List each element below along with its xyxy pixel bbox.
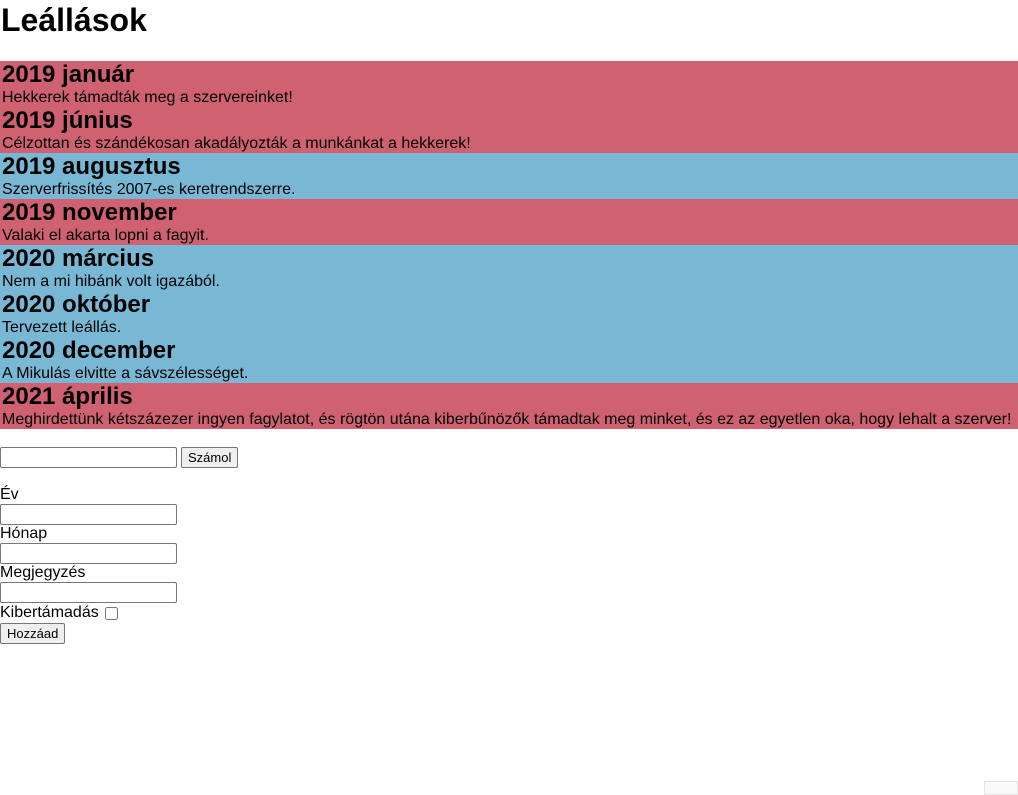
add-button[interactable]: Hozzáad <box>0 623 66 644</box>
outage-entry: 2020 október Tervezett leállás. <box>0 291 1018 337</box>
outage-entry: 2019 augusztus Szerverfrissítés 2007-es k… <box>0 153 1018 199</box>
outage-title: 2019 november <box>2 199 177 226</box>
outage-title: 2019 január <box>2 61 135 88</box>
outage-title: 2020 október <box>2 291 151 318</box>
calc-input[interactable] <box>0 446 177 468</box>
outage-description: Meghirdettünk kétszázezer ingyen fagylat… <box>2 411 1012 428</box>
outage-title: 2020 március <box>2 245 155 272</box>
outage-description: Tervezett leállás. <box>2 319 122 336</box>
outage-list: 2019 január Hekkerek támadták meg a szerv… <box>0 61 1018 429</box>
outage-entry: 2019 június Célzottan és szándékosan akad… <box>0 107 1018 153</box>
outage-description: Nem a mi hibánk volt igazából. <box>2 273 220 290</box>
outage-description: A Mikulás elvitte a sávszélességet. <box>2 365 249 382</box>
page-title: Leállások <box>1 2 147 38</box>
calculate-button[interactable]: Számol <box>181 446 239 468</box>
outage-entry: 2021 április Meghirdettünk kétszázezer in… <box>0 383 1018 429</box>
outage-entry: 2020 március Nem a mi hibánk volt igazábó… <box>0 245 1018 291</box>
month-label: Hónap <box>0 525 48 542</box>
outage-description: Valaki el akarta lopni a fagyit. <box>2 227 209 244</box>
outage-entry: 2020 december A Mikulás elvitte a sávszél… <box>0 337 1018 383</box>
add-outage-form: Év Hónap Megjegyzés Kibertámadás Hozzáad <box>0 486 1018 644</box>
corner-widget <box>984 781 1018 795</box>
calc-row: Számol <box>0 446 1018 468</box>
outage-title: 2021 április <box>2 383 133 410</box>
month-input[interactable] <box>0 543 177 564</box>
outage-entry: 2019 január Hekkerek támadták meg a szerv… <box>0 61 1018 107</box>
outage-description: Hekkerek támadták meg a szervereinket! <box>2 89 293 106</box>
attack-label: Kibertámadás <box>0 604 99 621</box>
outage-description: Célzottan és szándékosan akadályozták a … <box>2 135 471 152</box>
outage-description: Szerverfrissítés 2007-es keretrendszerre… <box>2 181 296 198</box>
outage-title: 2020 december <box>2 337 176 364</box>
outage-title: 2019 augusztus <box>2 153 181 180</box>
outage-title: 2019 június <box>2 107 133 134</box>
year-label: Év <box>0 486 19 503</box>
year-input[interactable] <box>0 504 177 525</box>
note-label: Megjegyzés <box>0 564 86 581</box>
attack-row: Kibertámadás <box>0 603 1018 623</box>
outage-entry: 2019 november Valaki el akarta lopni a fa… <box>0 199 1018 245</box>
attack-checkbox[interactable] <box>104 606 118 620</box>
note-input[interactable] <box>0 582 177 603</box>
